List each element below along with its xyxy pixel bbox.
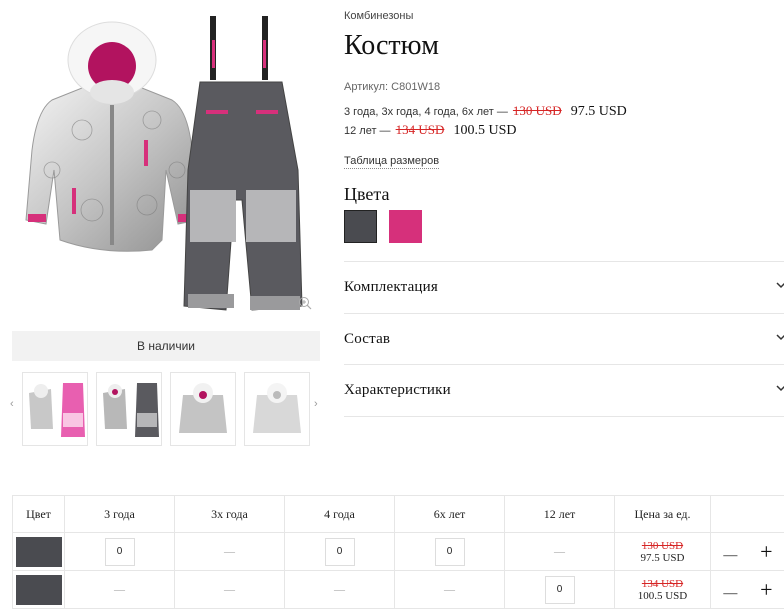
price-new: 97.5 USD bbox=[615, 552, 710, 564]
qty-buttons-cell: — + bbox=[711, 533, 784, 571]
chevron-down-icon bbox=[776, 383, 784, 393]
colors-heading: Цвета bbox=[344, 184, 389, 205]
color-swatch-dark-grey[interactable] bbox=[344, 210, 377, 243]
col-header-size: 4 года bbox=[285, 496, 395, 533]
qty-input[interactable] bbox=[435, 538, 465, 566]
qty-input[interactable] bbox=[325, 538, 355, 566]
price-line-1: 3 года, 3х года, 4 года, 6х лет — 130 US… bbox=[344, 103, 627, 120]
qty-input[interactable] bbox=[545, 576, 575, 604]
page-title: Костюм bbox=[344, 30, 439, 62]
accordion-label: Характеристики bbox=[344, 382, 451, 399]
sku-line: Артикул: C801W18 bbox=[344, 81, 440, 93]
qty-input[interactable] bbox=[105, 538, 135, 566]
unavailable-dash: — bbox=[175, 533, 285, 571]
thumbs-next-arrow[interactable]: › bbox=[314, 398, 318, 410]
sku-value: C801W18 bbox=[391, 81, 440, 93]
unavailable-dash: — bbox=[395, 571, 505, 609]
snowsuit-illustration bbox=[12, 10, 320, 320]
order-table: Цвет 3 года 3х года 4 года 6х лет 12 лет… bbox=[12, 495, 784, 609]
unavailable-dash: — bbox=[285, 571, 395, 609]
zoom-icon[interactable] bbox=[298, 296, 312, 310]
thumbnail-1[interactable] bbox=[22, 372, 88, 446]
unavailable-dash: — bbox=[505, 533, 615, 571]
price-old: 134 USD bbox=[615, 578, 710, 590]
thumbnail-3[interactable] bbox=[170, 372, 236, 446]
decrease-button[interactable]: — bbox=[723, 548, 737, 563]
row-color-swatch bbox=[16, 575, 62, 605]
availability-status: В наличии bbox=[12, 331, 320, 361]
unavailable-dash: — bbox=[175, 571, 285, 609]
price-new: 97.5 USD bbox=[571, 104, 627, 119]
table-header-row: Цвет 3 года 3х года 4 года 6х лет 12 лет… bbox=[13, 496, 784, 533]
increase-button[interactable]: + bbox=[760, 539, 772, 564]
col-header-size: 12 лет bbox=[505, 496, 615, 533]
col-header-size: 3 года bbox=[65, 496, 175, 533]
accordion-kit[interactable]: Комплектация bbox=[344, 261, 784, 313]
table-row: — — — — 134 USD 100.5 USD — + bbox=[13, 571, 784, 609]
unavailable-dash: — bbox=[65, 571, 175, 609]
col-header-unit-price: Цена за ед. bbox=[615, 496, 711, 533]
accordion-composition[interactable]: Состав bbox=[344, 313, 784, 365]
col-header-color: Цвет bbox=[13, 496, 65, 533]
accordion-divider bbox=[344, 416, 784, 417]
price-sizes: 3 года, 3х года, 4 года, 6х лет — bbox=[344, 106, 508, 118]
thumbs-prev-arrow[interactable]: ‹ bbox=[10, 398, 14, 410]
row-color-cell bbox=[13, 571, 65, 609]
accordion-label: Состав bbox=[344, 331, 390, 348]
accordion-characteristics[interactable]: Характеристики bbox=[344, 364, 784, 416]
breadcrumb-category[interactable]: Комбинезоны bbox=[344, 10, 413, 22]
thumbnail-4[interactable] bbox=[244, 372, 310, 446]
price-sizes: 12 лет — bbox=[344, 125, 391, 137]
row-color-swatch bbox=[16, 537, 62, 567]
thumbnail-2[interactable] bbox=[96, 372, 162, 446]
unit-price-cell: 130 USD 97.5 USD bbox=[615, 533, 711, 571]
table-row: — — 130 USD 97.5 USD — + bbox=[13, 533, 784, 571]
chevron-down-icon bbox=[776, 280, 784, 290]
increase-button[interactable]: + bbox=[760, 577, 772, 602]
color-swatch-pink[interactable] bbox=[389, 210, 422, 243]
price-new: 100.5 USD bbox=[453, 123, 516, 138]
price-old: 130 USD bbox=[615, 540, 710, 552]
col-header-actions bbox=[711, 496, 784, 533]
price-old: 130 USD bbox=[513, 103, 562, 118]
col-header-size: 3х года bbox=[175, 496, 285, 533]
row-color-cell bbox=[13, 533, 65, 571]
size-chart-link[interactable]: Таблица размеров bbox=[344, 155, 439, 169]
decrease-button[interactable]: — bbox=[723, 586, 737, 601]
chevron-down-icon bbox=[776, 332, 784, 342]
price-new: 100.5 USD bbox=[615, 590, 710, 602]
product-main-image[interactable] bbox=[12, 10, 320, 320]
accordion-label: Комплектация bbox=[344, 279, 438, 296]
price-line-2: 12 лет — 134 USD 100.5 USD bbox=[344, 122, 516, 139]
col-header-size: 6х лет bbox=[395, 496, 505, 533]
price-old: 134 USD bbox=[396, 122, 445, 137]
sku-label: Артикул: bbox=[344, 81, 388, 93]
unit-price-cell: 134 USD 100.5 USD bbox=[615, 571, 711, 609]
qty-buttons-cell: — + bbox=[711, 571, 784, 609]
